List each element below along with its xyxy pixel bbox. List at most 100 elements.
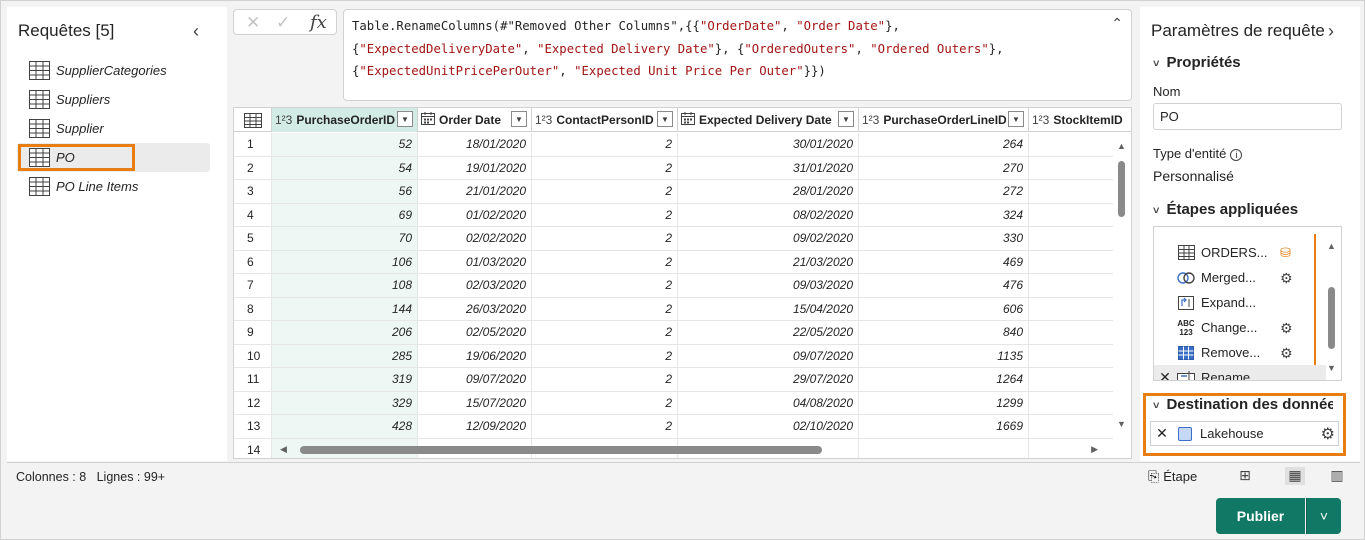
table-cell[interactable]: 1264 <box>859 368 1029 392</box>
table-cell[interactable]: 15/07/2020 <box>418 391 532 415</box>
table-cell[interactable]: 329 <box>272 391 418 415</box>
table-cell[interactable]: 206 <box>272 321 418 345</box>
remove-destination-icon[interactable]: ✕ <box>1151 425 1173 442</box>
table-row[interactable]: 12 329 15/07/2020 2 04/08/2020 1299 <box>234 391 1131 415</box>
table-cell[interactable]: 330 <box>859 227 1029 251</box>
table-cell[interactable]: 31/01/2020 <box>678 156 859 180</box>
query-item-supplier[interactable]: Supplier <box>17 114 210 143</box>
table-cell[interactable]: 09/07/2020 <box>678 344 859 368</box>
table-cell[interactable]: 30/01/2020 <box>678 133 859 157</box>
collapse-settings-icon[interactable]: › <box>1328 21 1334 42</box>
column-header[interactable]: 1²3 ContactPersonID ▼ <box>532 108 678 132</box>
table-cell[interactable]: 1669 <box>859 415 1029 439</box>
column-header[interactable]: Order Date ▼ <box>418 108 532 132</box>
table-cell[interactable]: 469 <box>859 250 1029 274</box>
table-cell[interactable]: 15/04/2020 <box>678 297 859 321</box>
data-destination-section-header[interactable]: ˅ Destination des données <box>1153 396 1333 413</box>
table-cell[interactable]: 2 <box>532 203 678 227</box>
commit-formula-icon[interactable]: ✓ <box>276 13 290 33</box>
table-cell[interactable]: 2 <box>532 368 678 392</box>
table-cell[interactable]: 840 <box>859 321 1029 345</box>
table-row[interactable]: 5 70 02/02/2020 2 09/02/2020 330 <box>234 227 1131 251</box>
column-filter-dropdown-icon[interactable]: ▼ <box>511 111 527 127</box>
table-cell[interactable]: 476 <box>859 274 1029 298</box>
table-cell[interactable]: 52 <box>272 133 418 157</box>
table-cell[interactable]: 2 <box>532 297 678 321</box>
scrollbar-thumb[interactable] <box>300 446 822 454</box>
table-cell[interactable]: 26/03/2020 <box>418 297 532 321</box>
table-cell[interactable]: 21/01/2020 <box>418 180 532 204</box>
table-cell[interactable]: 319 <box>272 368 418 392</box>
table-cell[interactable]: 01/03/2020 <box>418 250 532 274</box>
delete-step-icon[interactable]: ✕ <box>1154 369 1176 380</box>
table-cell[interactable]: 1299 <box>859 391 1029 415</box>
destination-item[interactable]: ✕ Lakehouse ⚙ <box>1150 421 1339 446</box>
table-cell[interactable]: 272 <box>859 180 1029 204</box>
table-cell[interactable]: 19/06/2020 <box>418 344 532 368</box>
table-row[interactable]: 9 206 02/05/2020 2 22/05/2020 840 <box>234 321 1131 345</box>
applied-steps-section-header[interactable]: ˅ Étapes appliquées <box>1153 201 1298 218</box>
table-cell[interactable]: 324 <box>859 203 1029 227</box>
table-cell[interactable]: 2 <box>532 180 678 204</box>
info-icon[interactable]: i <box>1230 149 1243 161</box>
gear-icon[interactable]: ⚙ <box>1321 424 1335 444</box>
table-row[interactable]: 8 144 26/03/2020 2 15/04/2020 606 <box>234 297 1131 321</box>
scroll-down-icon[interactable]: ▼ <box>1117 419 1126 429</box>
table-cell[interactable]: 19/01/2020 <box>418 156 532 180</box>
gear-icon[interactable]: ⚙ <box>1280 320 1293 337</box>
scroll-down-icon[interactable]: ▼ <box>1327 363 1336 373</box>
scroll-right-icon[interactable]: ▶ <box>1091 444 1098 455</box>
column-filter-dropdown-icon[interactable]: ▼ <box>657 111 673 127</box>
table-cell[interactable]: 2 <box>532 274 678 298</box>
select-all-table-icon[interactable] <box>234 108 272 132</box>
table-cell[interactable]: 02/10/2020 <box>678 415 859 439</box>
table-cell[interactable]: 70 <box>272 227 418 251</box>
table-cell[interactable]: 2 <box>532 133 678 157</box>
scrollbar-thumb[interactable] <box>1328 287 1335 349</box>
step-rename[interactable]: ✕ Rename... <box>1154 365 1326 380</box>
column-header[interactable]: Expected Delivery Date ▼ <box>678 108 859 132</box>
column-filter-dropdown-icon[interactable]: ▼ <box>1008 111 1024 127</box>
table-cell[interactable]: 285 <box>272 344 418 368</box>
vertical-scrollbar[interactable]: ▲ ▼ <box>1113 133 1131 443</box>
table-cell[interactable]: 02/03/2020 <box>418 274 532 298</box>
table-cell[interactable]: 21/03/2020 <box>678 250 859 274</box>
step-orders[interactable]: ORDERS... ⛁ <box>1154 240 1326 265</box>
cancel-formula-icon[interactable]: ✕ <box>246 13 260 33</box>
properties-section-header[interactable]: ˅ Propriétés <box>1153 54 1241 71</box>
table-cell[interactable]: 69 <box>272 203 418 227</box>
step-view-button[interactable]: ⎘ Étape <box>1148 468 1197 485</box>
table-cell[interactable]: 28/01/2020 <box>678 180 859 204</box>
collapse-queries-icon[interactable]: ‹ <box>193 21 199 42</box>
table-row[interactable]: 3 56 21/01/2020 2 28/01/2020 272 <box>234 180 1131 204</box>
column-header[interactable]: 1²3 PurchaseOrderLineID ▼ <box>859 108 1029 132</box>
gear-icon[interactable]: ⚙ <box>1280 270 1293 287</box>
table-row[interactable]: 7 108 02/03/2020 2 09/03/2020 476 <box>234 274 1131 298</box>
table-cell[interactable]: 2 <box>532 415 678 439</box>
diagram-view-icon[interactable]: ⊞ <box>1235 467 1255 485</box>
table-cell[interactable]: 264 <box>859 133 1029 157</box>
steps-scrollbar[interactable]: ▲ ▼ <box>1324 227 1341 380</box>
query-item-po-line-items[interactable]: PO Line Items <box>17 172 210 201</box>
table-cell[interactable]: 2 <box>532 156 678 180</box>
table-cell[interactable]: 29/07/2020 <box>678 368 859 392</box>
table-cell[interactable]: 2 <box>532 344 678 368</box>
table-row[interactable]: 13 428 12/09/2020 2 02/10/2020 1669 <box>234 415 1131 439</box>
table-row[interactable]: 11 319 09/07/2020 2 29/07/2020 1264 <box>234 368 1131 392</box>
table-cell[interactable]: 01/02/2020 <box>418 203 532 227</box>
query-item-suppliercategories[interactable]: SupplierCategories <box>17 56 210 85</box>
table-view-icon[interactable]: ▦ <box>1285 467 1305 485</box>
column-header[interactable]: 1²3 StockItemID <box>1029 108 1131 132</box>
column-header[interactable]: 1²3 PurchaseOrderID ▼ <box>272 108 418 132</box>
table-row[interactable]: 10 285 19/06/2020 2 09/07/2020 1135 <box>234 344 1131 368</box>
table-cell[interactable]: 09/07/2020 <box>418 368 532 392</box>
table-row[interactable]: 4 69 01/02/2020 2 08/02/2020 324 <box>234 203 1131 227</box>
table-cell[interactable]: 2 <box>532 250 678 274</box>
table-row[interactable]: 6 106 01/03/2020 2 21/03/2020 469 <box>234 250 1131 274</box>
column-filter-dropdown-icon[interactable]: ▼ <box>838 111 854 127</box>
table-cell[interactable]: 56 <box>272 180 418 204</box>
table-cell[interactable]: 08/02/2020 <box>678 203 859 227</box>
step-remove-columns[interactable]: Remove... ⚙ <box>1154 340 1326 365</box>
table-cell[interactable]: 09/02/2020 <box>678 227 859 251</box>
query-item-suppliers[interactable]: Suppliers <box>17 85 210 114</box>
